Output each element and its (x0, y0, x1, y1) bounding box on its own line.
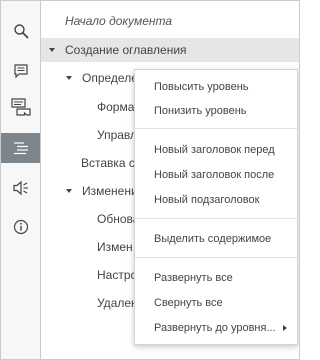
tree-item-label: Определе (82, 71, 138, 85)
navigation-panel: Начало документа Создание оглавления Опр… (0, 0, 300, 360)
menu-item-expand-all[interactable]: Развернуть все (135, 266, 297, 290)
left-toolbar (1, 1, 41, 359)
speaker-button[interactable] (1, 173, 40, 203)
comments-button[interactable] (1, 56, 40, 86)
menu-separator (135, 128, 297, 129)
menu-item-select-content[interactable]: Выделить содержимое (135, 227, 297, 251)
menu-item-label: Развернуть до уровня... (154, 322, 276, 334)
tree-item-label: Начало документа (65, 14, 173, 28)
tree-item-label: Измен (97, 240, 133, 254)
navigation-icon (13, 141, 29, 155)
comments-icon (13, 63, 29, 79)
tree-item-label: Форма (97, 100, 135, 114)
menu-item-promote[interactable]: Повысить уровень (135, 75, 297, 99)
tree-item-label: Создание оглавления (65, 43, 187, 57)
info-icon (13, 219, 29, 235)
collapse-caret-icon[interactable] (49, 48, 55, 52)
tree-item[interactable]: Начало документа (41, 9, 299, 33)
navigation-button[interactable] (1, 133, 40, 163)
menu-separator (135, 257, 297, 258)
menu-item-demote[interactable]: Понизить уровень (135, 99, 297, 123)
collapse-caret-icon[interactable] (66, 189, 72, 193)
search-button[interactable] (1, 16, 40, 46)
menu-item-new-heading-after[interactable]: Новый заголовок после (135, 163, 297, 187)
menu-item-expand-to-level[interactable]: Развернуть до уровня... (135, 316, 297, 340)
chat-icon (10, 98, 31, 116)
tree-item-label: Управл (97, 128, 138, 142)
tree-item-label: Удален (97, 296, 138, 310)
chat-button[interactable] (1, 92, 40, 122)
info-button[interactable] (1, 212, 40, 242)
context-menu: Повысить уровень Понизить уровень Новый … (134, 69, 298, 345)
menu-item-collapse-all[interactable]: Свернуть все (135, 291, 297, 315)
speaker-icon (12, 180, 30, 196)
tree-item-label: Вставка с (81, 156, 135, 170)
menu-item-new-subheading[interactable]: Новый подзаголовок (135, 188, 297, 212)
submenu-arrow-icon (283, 325, 287, 331)
collapse-caret-icon[interactable] (66, 76, 72, 80)
menu-item-new-heading-before[interactable]: Новый заголовок перед (135, 138, 297, 162)
menu-separator (135, 218, 297, 219)
tree-item-label: Настрс (97, 268, 137, 282)
tree-item-label: Изменени (82, 184, 138, 198)
tree-item-selected[interactable]: Создание оглавления (41, 38, 299, 62)
search-icon (13, 23, 29, 39)
